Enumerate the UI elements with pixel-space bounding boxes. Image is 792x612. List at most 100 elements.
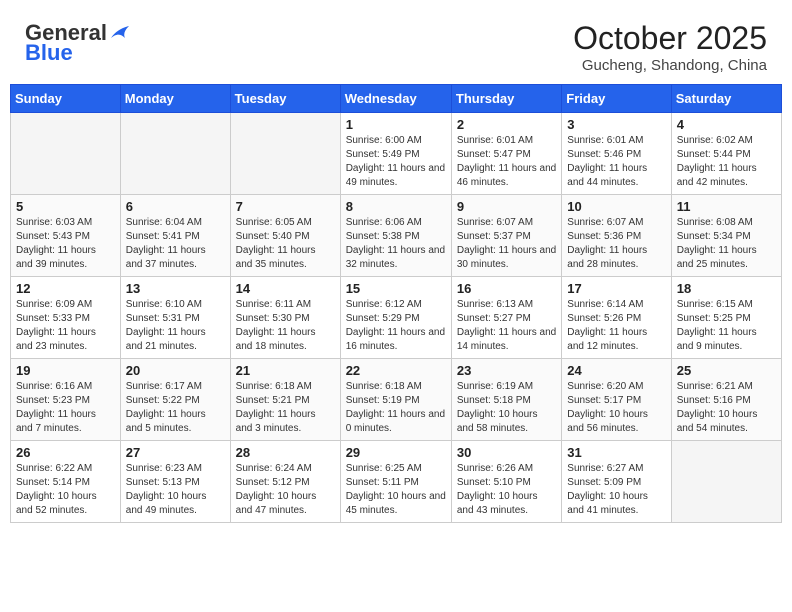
month-title: October 2025	[573, 20, 767, 57]
calendar-table: SundayMondayTuesdayWednesdayThursdayFrid…	[10, 84, 782, 523]
calendar-cell: 5 Sunrise: 6:03 AMSunset: 5:43 PMDaylight…	[11, 195, 121, 277]
day-number: 20	[126, 363, 225, 378]
day-number: 18	[677, 281, 776, 296]
calendar-cell: 22 Sunrise: 6:18 AMSunset: 5:19 PMDayligh…	[340, 359, 451, 441]
day-info: Sunrise: 6:22 AMSunset: 5:14 PMDaylight:…	[16, 462, 115, 518]
calendar-cell: 17 Sunrise: 6:14 AMSunset: 5:26 PMDayligh…	[562, 277, 671, 359]
day-number: 31	[567, 445, 665, 460]
calendar-cell: 16Sunrise: 6:13 AMSunset: 5:27 PMDayligh…	[451, 277, 561, 359]
logo-blue: Blue	[25, 40, 73, 66]
day-number: 10	[567, 199, 665, 214]
weekday-header-friday: Friday	[562, 85, 671, 113]
day-number: 9	[457, 199, 556, 214]
day-number: 26	[16, 445, 115, 460]
calendar-cell: 31 Sunrise: 6:27 AMSunset: 5:09 PMDayligh…	[562, 441, 671, 523]
day-info: Sunrise: 6:20 AMSunset: 5:17 PMDaylight:…	[567, 380, 665, 436]
weekday-header-monday: Monday	[120, 85, 230, 113]
calendar-week-4: 19 Sunrise: 6:16 AMSunset: 5:23 PMDayligh…	[11, 359, 782, 441]
day-info: Sunrise: 6:00 AMSunset: 5:49 PMDaylight:…	[346, 134, 446, 190]
calendar-cell: 12 Sunrise: 6:09 AMSunset: 5:33 PMDayligh…	[11, 277, 121, 359]
day-info: Sunrise: 6:09 AMSunset: 5:33 PMDaylight:…	[16, 298, 115, 354]
day-info: Sunrise: 6:06 AMSunset: 5:38 PMDaylight:…	[346, 216, 446, 272]
day-info: Sunrise: 6:17 AMSunset: 5:22 PMDaylight:…	[126, 380, 225, 436]
day-number: 17	[567, 281, 665, 296]
title-area: October 2025 Gucheng, Shandong, China	[573, 20, 767, 74]
day-info: Sunrise: 6:15 AMSunset: 5:25 PMDaylight:…	[677, 298, 776, 354]
day-info: Sunrise: 6:19 AMSunset: 5:18 PMDaylight:…	[457, 380, 556, 436]
calendar-cell	[120, 113, 230, 195]
weekday-header-saturday: Saturday	[671, 85, 781, 113]
calendar-cell: 15 Sunrise: 6:12 AMSunset: 5:29 PMDayligh…	[340, 277, 451, 359]
day-info: Sunrise: 6:04 AMSunset: 5:41 PMDaylight:…	[126, 216, 225, 272]
day-info: Sunrise: 6:10 AMSunset: 5:31 PMDaylight:…	[126, 298, 225, 354]
day-number: 3	[567, 117, 665, 132]
day-number: 29	[346, 445, 446, 460]
calendar-cell: 24 Sunrise: 6:20 AMSunset: 5:17 PMDayligh…	[562, 359, 671, 441]
day-info: Sunrise: 6:01 AMSunset: 5:47 PMDaylight:…	[457, 134, 556, 190]
calendar-cell: 30Sunrise: 6:26 AMSunset: 5:10 PMDayligh…	[451, 441, 561, 523]
logo: General Blue	[25, 20, 131, 66]
day-info: Sunrise: 6:13 AMSunset: 5:27 PMDaylight:…	[457, 298, 556, 354]
day-number: 13	[126, 281, 225, 296]
day-number: 22	[346, 363, 446, 378]
calendar-cell: 3 Sunrise: 6:01 AMSunset: 5:46 PMDaylight…	[562, 113, 671, 195]
day-number: 19	[16, 363, 115, 378]
day-number: 2	[457, 117, 556, 132]
day-info: Sunrise: 6:07 AMSunset: 5:36 PMDaylight:…	[567, 216, 665, 272]
day-info: Sunrise: 6:16 AMSunset: 5:23 PMDaylight:…	[16, 380, 115, 436]
calendar-cell: 19 Sunrise: 6:16 AMSunset: 5:23 PMDayligh…	[11, 359, 121, 441]
day-info: Sunrise: 6:02 AMSunset: 5:44 PMDaylight:…	[677, 134, 776, 190]
calendar-week-3: 12 Sunrise: 6:09 AMSunset: 5:33 PMDayligh…	[11, 277, 782, 359]
day-info: Sunrise: 6:05 AMSunset: 5:40 PMDaylight:…	[236, 216, 335, 272]
day-number: 1	[346, 117, 446, 132]
calendar-cell: 7 Sunrise: 6:05 AMSunset: 5:40 PMDaylight…	[230, 195, 340, 277]
day-number: 8	[346, 199, 446, 214]
day-number: 7	[236, 199, 335, 214]
location: Gucheng, Shandong, China	[573, 57, 767, 74]
day-info: Sunrise: 6:07 AMSunset: 5:37 PMDaylight:…	[457, 216, 556, 272]
day-number: 24	[567, 363, 665, 378]
calendar-week-5: 26 Sunrise: 6:22 AMSunset: 5:14 PMDayligh…	[11, 441, 782, 523]
page-header: General Blue October 2025 Gucheng, Shand…	[10, 10, 782, 79]
calendar-cell	[230, 113, 340, 195]
day-number: 11	[677, 199, 776, 214]
day-info: Sunrise: 6:18 AMSunset: 5:21 PMDaylight:…	[236, 380, 335, 436]
day-number: 12	[16, 281, 115, 296]
calendar-cell: 4Sunrise: 6:02 AMSunset: 5:44 PMDaylight…	[671, 113, 781, 195]
day-number: 21	[236, 363, 335, 378]
calendar-cell: 1 Sunrise: 6:00 AMSunset: 5:49 PMDaylight…	[340, 113, 451, 195]
day-info: Sunrise: 6:01 AMSunset: 5:46 PMDaylight:…	[567, 134, 665, 190]
calendar-cell: 11Sunrise: 6:08 AMSunset: 5:34 PMDayligh…	[671, 195, 781, 277]
calendar-cell: 10 Sunrise: 6:07 AMSunset: 5:36 PMDayligh…	[562, 195, 671, 277]
calendar-cell: 9 Sunrise: 6:07 AMSunset: 5:37 PMDaylight…	[451, 195, 561, 277]
day-info: Sunrise: 6:21 AMSunset: 5:16 PMDaylight:…	[677, 380, 776, 436]
calendar-cell: 13 Sunrise: 6:10 AMSunset: 5:31 PMDayligh…	[120, 277, 230, 359]
day-info: Sunrise: 6:14 AMSunset: 5:26 PMDaylight:…	[567, 298, 665, 354]
day-info: Sunrise: 6:18 AMSunset: 5:19 PMDaylight:…	[346, 380, 446, 436]
calendar-cell	[671, 441, 781, 523]
day-info: Sunrise: 6:03 AMSunset: 5:43 PMDaylight:…	[16, 216, 115, 272]
calendar-cell: 20 Sunrise: 6:17 AMSunset: 5:22 PMDayligh…	[120, 359, 230, 441]
calendar-cell: 25Sunrise: 6:21 AMSunset: 5:16 PMDayligh…	[671, 359, 781, 441]
weekday-header-wednesday: Wednesday	[340, 85, 451, 113]
weekday-header-thursday: Thursday	[451, 85, 561, 113]
day-number: 14	[236, 281, 335, 296]
day-info: Sunrise: 6:12 AMSunset: 5:29 PMDaylight:…	[346, 298, 446, 354]
day-number: 27	[126, 445, 225, 460]
day-info: Sunrise: 6:25 AMSunset: 5:11 PMDaylight:…	[346, 462, 446, 518]
weekday-header-tuesday: Tuesday	[230, 85, 340, 113]
calendar-cell: 29 Sunrise: 6:25 AMSunset: 5:11 PMDayligh…	[340, 441, 451, 523]
calendar-cell: 21 Sunrise: 6:18 AMSunset: 5:21 PMDayligh…	[230, 359, 340, 441]
calendar-cell: 14 Sunrise: 6:11 AMSunset: 5:30 PMDayligh…	[230, 277, 340, 359]
calendar-cell: 23Sunrise: 6:19 AMSunset: 5:18 PMDayligh…	[451, 359, 561, 441]
day-number: 15	[346, 281, 446, 296]
day-info: Sunrise: 6:11 AMSunset: 5:30 PMDaylight:…	[236, 298, 335, 354]
calendar-cell: 6Sunrise: 6:04 AMSunset: 5:41 PMDaylight…	[120, 195, 230, 277]
day-number: 28	[236, 445, 335, 460]
day-info: Sunrise: 6:27 AMSunset: 5:09 PMDaylight:…	[567, 462, 665, 518]
calendar-cell: 26 Sunrise: 6:22 AMSunset: 5:14 PMDayligh…	[11, 441, 121, 523]
day-number: 5	[16, 199, 115, 214]
calendar-cell: 18 Sunrise: 6:15 AMSunset: 5:25 PMDayligh…	[671, 277, 781, 359]
day-info: Sunrise: 6:24 AMSunset: 5:12 PMDaylight:…	[236, 462, 335, 518]
calendar-cell: 28 Sunrise: 6:24 AMSunset: 5:12 PMDayligh…	[230, 441, 340, 523]
